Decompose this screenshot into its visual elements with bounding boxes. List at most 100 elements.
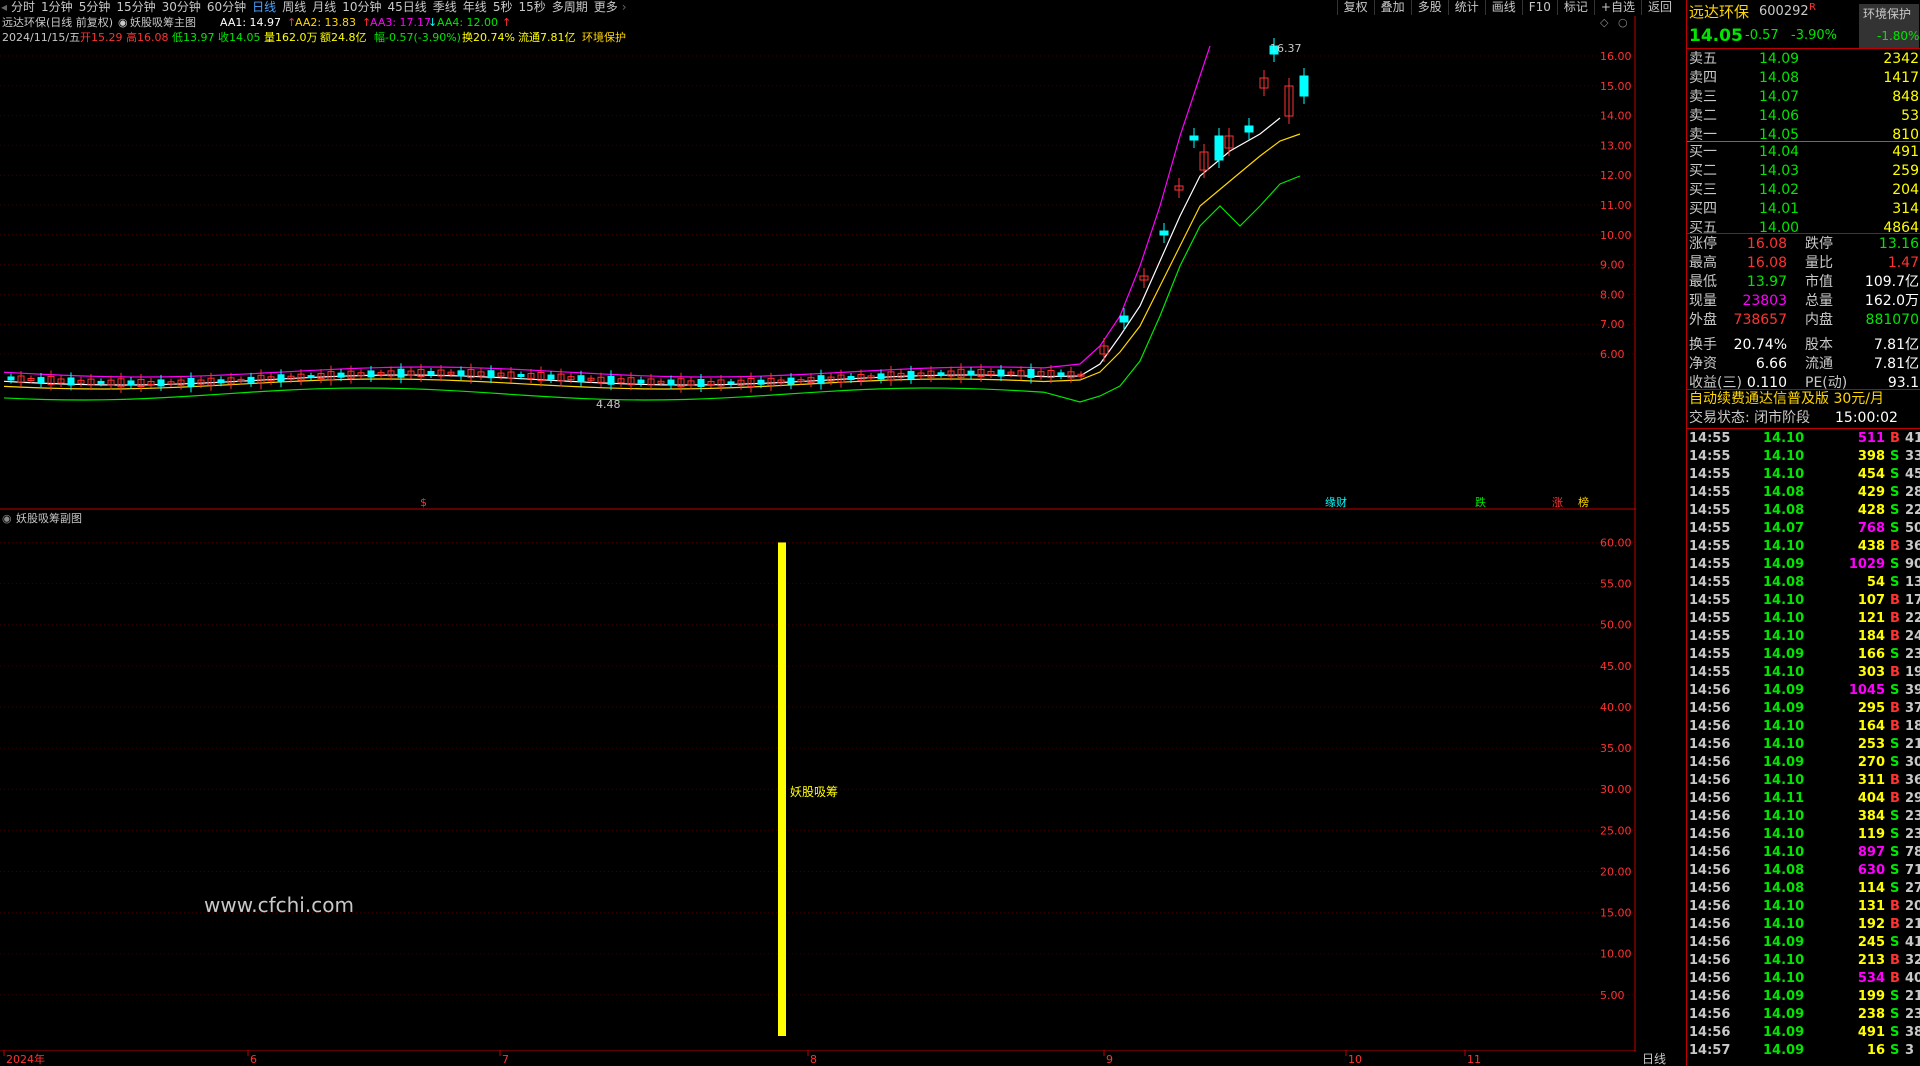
candle[interactable]	[127, 380, 135, 386]
ad-row[interactable]: 自动续费通达信普及版 30元/月	[1687, 390, 1920, 408]
candle[interactable]	[157, 379, 165, 387]
period-tab-10[interactable]: 45日线	[385, 0, 430, 15]
candle[interactable]	[37, 377, 45, 384]
candle[interactable]	[277, 374, 285, 383]
signal-bar[interactable]	[778, 542, 786, 1036]
settings-icon[interactable]: ◇	[1600, 16, 1609, 29]
event-mark[interactable]: $	[420, 496, 427, 509]
asks-row[interactable]: 卖四 14.08 1417	[1687, 69, 1920, 87]
bids-row[interactable]: 买四 14.01 314	[1687, 200, 1920, 218]
sub-dropdown-icon[interactable]: ◉	[2, 512, 12, 525]
toolbar-button-4[interactable]: 画线	[1484, 0, 1522, 15]
tick-row[interactable]: 14:55 14.10 107 B 17	[1687, 592, 1920, 610]
tick-row[interactable]: 14:56 14.10 897 S 78	[1687, 844, 1920, 862]
tick-row[interactable]: 14:56 14.09 238 S 23	[1687, 1006, 1920, 1024]
candle[interactable]	[217, 379, 225, 384]
toolbar-button-7[interactable]: +自选	[1593, 0, 1641, 15]
toolbar-button-6[interactable]: 标记	[1556, 0, 1594, 15]
candle[interactable]	[1214, 135, 1224, 161]
period-tab-0[interactable]: 分时	[8, 0, 38, 15]
candle[interactable]	[7, 376, 15, 381]
period-tab-6[interactable]: 日线	[249, 0, 279, 15]
tick-row[interactable]: 14:55 14.09 166 S 23	[1687, 646, 1920, 664]
candle[interactable]	[787, 377, 795, 385]
period-tab-13[interactable]: 5秒	[490, 0, 516, 15]
bids-row[interactable]: 买三 14.02 204	[1687, 181, 1920, 199]
tick-row[interactable]: 14:55 14.07 768 S 50	[1687, 520, 1920, 538]
tick-row[interactable]: 14:56 14.09 295 B 37	[1687, 700, 1920, 718]
toolbar-button-2[interactable]: 多股	[1410, 0, 1448, 15]
candle[interactable]	[937, 372, 945, 376]
tick-row[interactable]: 14:57 14.09 16 S 3	[1687, 1042, 1920, 1060]
event-mark[interactable]: 涨	[1552, 496, 1563, 509]
tick-row[interactable]: 14:55 14.10 184 B 24	[1687, 628, 1920, 646]
asks-row[interactable]: 卖二 14.06 53	[1687, 107, 1920, 125]
candle[interactable]	[547, 374, 555, 380]
period-tab-2[interactable]: 5分钟	[76, 0, 114, 15]
sub-title[interactable]: 妖股吸筹副图	[16, 511, 82, 525]
candle[interactable]	[697, 378, 705, 387]
candle[interactable]	[457, 370, 465, 377]
candle[interactable]	[247, 376, 255, 383]
tick-row[interactable]: 14:55 14.08 428 S 22	[1687, 502, 1920, 520]
candle[interactable]	[487, 370, 495, 379]
tick-row[interactable]: 14:56 14.10 213 B 32	[1687, 952, 1920, 970]
tick-row[interactable]: 14:56 14.09 199 S 21	[1687, 988, 1920, 1006]
candles[interactable]: 16.37 4.48	[7, 38, 1309, 411]
chevron-right-icon[interactable]: ›	[621, 0, 628, 15]
tick-row[interactable]: 14:55 14.08 429 S 28	[1687, 484, 1920, 502]
event-mark[interactable]: 缘财	[1325, 495, 1347, 509]
candle[interactable]	[997, 369, 1005, 377]
toolbar-button-3[interactable]: 统计	[1447, 0, 1485, 15]
period-tab-11[interactable]: 季线	[430, 0, 460, 15]
tick-row[interactable]: 14:55 14.10 438 B 36	[1687, 538, 1920, 556]
tick-row[interactable]: 14:56 14.09 1045 S 39	[1687, 682, 1920, 700]
tick-row[interactable]: 14:56 14.11 404 B 29	[1687, 790, 1920, 808]
candle[interactable]	[1159, 230, 1169, 236]
tick-row[interactable]: 14:55 14.10 303 B 19	[1687, 664, 1920, 682]
bids-row[interactable]: 买一 14.04 491	[1687, 143, 1920, 161]
ad-text[interactable]: 自动续费通达信普及版 30元/月	[1689, 390, 1884, 408]
candle[interactable]	[817, 375, 825, 385]
toolbar-button-1[interactable]: 叠加	[1373, 0, 1411, 15]
candle[interactable]	[427, 371, 435, 376]
candle[interactable]	[97, 380, 105, 384]
sub-bars[interactable]: 妖股吸筹	[778, 542, 838, 1036]
candle[interactable]	[907, 370, 915, 379]
tick-row[interactable]: 14:56 14.10 253 S 21	[1687, 736, 1920, 754]
period-tab-5[interactable]: 60分钟	[204, 0, 249, 15]
bar-sector[interactable]: 环境保护	[582, 30, 626, 44]
asks-row[interactable]: 卖三 14.07 848	[1687, 88, 1920, 106]
sub-chart[interactable]: ◉ 妖股吸筹副图 60.00 55.00 50.00 45.00 40.00 35.00 3…	[0, 510, 1636, 1052]
candle[interactable]	[67, 377, 75, 386]
candle[interactable]	[1119, 315, 1129, 323]
period-tab-4[interactable]: 30分钟	[159, 0, 204, 15]
candle[interactable]	[1057, 372, 1065, 377]
tick-row[interactable]: 14:56 14.08 630 S 71	[1687, 862, 1920, 880]
indicator-dropdown-icon[interactable]: ◉	[118, 16, 128, 29]
tick-row[interactable]: 14:56 14.10 311 B 36	[1687, 772, 1920, 790]
tick-row[interactable]: 14:56 14.10 131 B 20	[1687, 898, 1920, 916]
close-icon[interactable]: ○	[1618, 16, 1628, 29]
period-tab-14[interactable]: 15秒	[515, 0, 548, 15]
bids-row[interactable]: 买二 14.03 259	[1687, 162, 1920, 180]
tick-row[interactable]: 14:56 14.10 119 S 23	[1687, 826, 1920, 844]
tick-row[interactable]: 14:55 14.10 398 S 33	[1687, 448, 1920, 466]
tick-row[interactable]: 14:56 14.10 534 B 40	[1687, 970, 1920, 988]
tick-row[interactable]: 14:56 14.09 270 S 30	[1687, 754, 1920, 772]
candle[interactable]	[877, 373, 885, 380]
period-tab-12[interactable]: 年线	[460, 0, 490, 15]
candle[interactable]	[637, 379, 645, 384]
asks-row[interactable]: 卖五 14.09 2342	[1687, 50, 1920, 68]
period-tab-8[interactable]: 月线	[309, 0, 339, 15]
main-chart[interactable]: 远达环保(日线 前复权) ◉ 妖股吸筹主图 AA1: 14.97 ↑ AA2: …	[0, 16, 1636, 510]
candle[interactable]	[337, 372, 345, 378]
candle[interactable]	[757, 379, 765, 385]
period-label[interactable]: 日线	[1642, 1052, 1666, 1066]
candle[interactable]	[607, 375, 615, 385]
period-tab-3[interactable]: 15分钟	[113, 0, 158, 15]
candle[interactable]	[667, 379, 675, 386]
tick-row[interactable]: 14:56 14.09 245 S 41	[1687, 934, 1920, 952]
tick-row[interactable]: 14:55 14.10 121 B 22	[1687, 610, 1920, 628]
event-mark[interactable]: 榜	[1578, 495, 1589, 509]
